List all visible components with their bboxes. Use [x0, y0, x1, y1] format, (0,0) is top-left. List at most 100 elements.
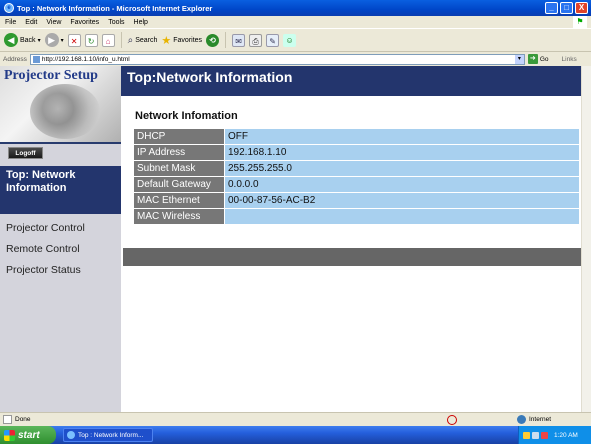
- row-value: 255.255.255.0: [225, 161, 579, 176]
- mail-icon[interactable]: ✉: [232, 33, 246, 47]
- menu-file[interactable]: File: [5, 19, 16, 26]
- forward-button[interactable]: ▶ ▾: [44, 33, 64, 47]
- section-title: Network Infomation: [135, 110, 238, 122]
- chevron-down-icon: ▾: [37, 37, 41, 44]
- taskbar-window-button[interactable]: Top : Network Inform...: [63, 428, 153, 442]
- forward-arrow-icon: ▶: [44, 33, 59, 47]
- refresh-icon[interactable]: ↻: [84, 33, 98, 47]
- security-zone: Internet: [517, 415, 551, 424]
- nav-item-remote-control[interactable]: Remote Control: [0, 239, 121, 260]
- minimize-button[interactable]: _: [545, 2, 558, 14]
- back-arrow-icon: ◀: [4, 33, 18, 47]
- ie-icon: e: [4, 3, 14, 13]
- alert-icon[interactable]: [541, 431, 548, 439]
- windows-flag-icon: [4, 429, 15, 441]
- projector-lens-image: [30, 84, 100, 139]
- search-label: Search: [135, 36, 158, 44]
- stop-icon[interactable]: ✕: [67, 33, 81, 47]
- start-button[interactable]: start: [0, 426, 56, 444]
- footer-bar: [123, 248, 581, 266]
- popup-blocker-icon[interactable]: [447, 414, 457, 425]
- row-label: MAC Wireless: [134, 209, 224, 224]
- table-row: Subnet Mask 255.255.255.0: [134, 161, 579, 176]
- start-label: start: [18, 429, 40, 441]
- row-value: 00-00-87-56-AC-B2: [225, 193, 579, 208]
- messenger-icon[interactable]: ☺: [283, 33, 297, 47]
- page-icon: [32, 55, 40, 63]
- address-label: Address: [3, 55, 27, 63]
- go-button[interactable]: ➜ Go: [527, 54, 549, 64]
- maximize-button[interactable]: □: [560, 2, 573, 14]
- row-label: Subnet Mask: [134, 161, 224, 176]
- network-icon[interactable]: [532, 431, 539, 439]
- page-title: Top:Network Information: [121, 66, 581, 96]
- table-row: MAC Ethernet 00-00-87-56-AC-B2: [134, 193, 579, 208]
- menu-favorites[interactable]: Favorites: [70, 19, 99, 26]
- page-done-icon: [3, 415, 12, 424]
- page-viewport: Projector Setup Logoff Top: Network Info…: [0, 66, 581, 412]
- toolbar-divider: [120, 32, 122, 48]
- print-icon[interactable]: ⎙: [249, 33, 263, 47]
- chevron-down-icon[interactable]: ▾: [514, 54, 524, 64]
- row-value: OFF: [225, 129, 579, 144]
- menu-tools[interactable]: Tools: [108, 19, 124, 26]
- row-value: 0.0.0.0: [225, 177, 579, 192]
- nav-item-projector-control[interactable]: Projector Control: [0, 218, 121, 239]
- left-navigation: Projector Setup Logoff Top: Network Info…: [0, 66, 121, 412]
- menu-help[interactable]: Help: [134, 19, 148, 26]
- system-tray: 1:20 AM: [518, 426, 591, 444]
- nav-item-projector-status[interactable]: Projector Status: [0, 260, 121, 281]
- search-button[interactable]: ⌕ Search: [128, 35, 158, 46]
- network-info-table: DHCP OFF IP Address 192.168.1.10 Subnet …: [133, 128, 580, 225]
- windows-logo-icon: ⚑: [573, 16, 587, 28]
- logoff-area: Logoff: [0, 144, 121, 166]
- ie-icon: [67, 431, 75, 439]
- toolbar-divider: [225, 32, 227, 48]
- go-label: Go: [539, 55, 549, 63]
- back-button[interactable]: ◀ Back ▾: [4, 33, 41, 47]
- brand-banner: Projector Setup: [0, 66, 121, 144]
- table-row: MAC Wireless: [134, 209, 579, 224]
- zone-text: Internet: [529, 416, 552, 423]
- task-label: Top : Network Inform...: [78, 431, 144, 439]
- taskbar: start Top : Network Inform... 1:20 AM: [0, 426, 591, 444]
- nav-item-network-information[interactable]: Top: Network Information: [0, 166, 121, 214]
- edit-icon[interactable]: ✎: [266, 33, 280, 47]
- shield-icon[interactable]: [523, 431, 530, 439]
- main-content: Top:Network Information Network Infomati…: [121, 66, 581, 412]
- history-icon[interactable]: ⟲: [206, 33, 220, 47]
- star-icon: ★: [161, 34, 172, 47]
- row-label: IP Address: [134, 145, 224, 160]
- table-row: DHCP OFF: [134, 129, 579, 144]
- menu-bar: File Edit View Favorites Tools Help ⚑: [0, 16, 591, 28]
- row-label: MAC Ethernet: [134, 193, 224, 208]
- logoff-button[interactable]: Logoff: [8, 147, 43, 159]
- favorites-label: Favorites: [173, 36, 203, 44]
- go-arrow-icon: ➜: [527, 54, 538, 64]
- status-done: Done: [3, 415, 443, 424]
- address-bar: Address http://192.168.1.10/info_u.html …: [0, 52, 591, 66]
- window-titlebar: e Top : Network Information - Microsoft …: [0, 0, 591, 16]
- status-bar: Done Internet: [0, 412, 591, 426]
- chevron-down-icon: ▾: [60, 37, 64, 44]
- home-icon[interactable]: ⌂: [101, 33, 115, 47]
- window-title: Top : Network Information - Microsoft In…: [17, 3, 213, 13]
- window-controls: _ □ X: [545, 2, 588, 14]
- favorites-button[interactable]: ★ Favorites: [161, 34, 202, 47]
- menu-edit[interactable]: Edit: [25, 19, 37, 26]
- close-button[interactable]: X: [575, 2, 588, 14]
- search-icon: ⌕: [127, 34, 134, 46]
- address-input[interactable]: http://192.168.1.10/info_u.html ▾: [29, 53, 525, 65]
- status-text: Done: [15, 416, 31, 423]
- links-button[interactable]: Links: [562, 56, 577, 63]
- brand-title: Projector Setup: [4, 68, 98, 83]
- vertical-scrollbar[interactable]: [581, 66, 591, 412]
- table-row: Default Gateway 0.0.0.0: [134, 177, 579, 192]
- menu-view[interactable]: View: [46, 19, 61, 26]
- row-value: 192.168.1.10: [225, 145, 579, 160]
- row-label: DHCP: [134, 129, 224, 144]
- table-row: IP Address 192.168.1.10: [134, 145, 579, 160]
- globe-icon: [517, 415, 526, 424]
- row-value: [225, 209, 579, 224]
- address-url: http://192.168.1.10/info_u.html: [41, 55, 130, 63]
